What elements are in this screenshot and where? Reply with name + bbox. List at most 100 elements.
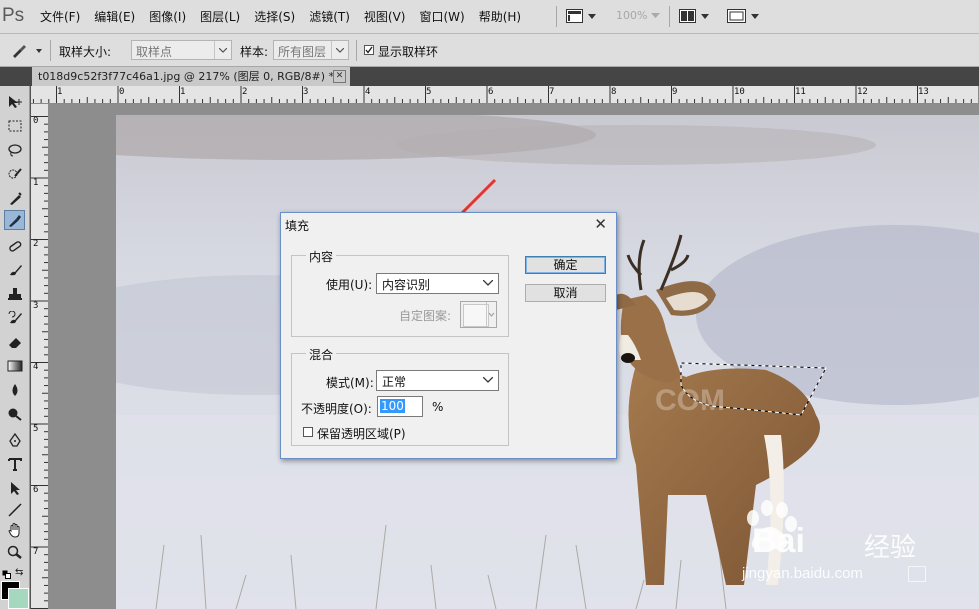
- horizontal-ruler[interactable]: 1 0 1 2 3 4 5 6 7 8 9 10 11 12 13: [31, 86, 979, 104]
- ruler-label: 1: [57, 87, 63, 97]
- ruler-label: 3: [33, 301, 39, 311]
- faint-watermark: COM: [655, 384, 725, 417]
- dodge-icon[interactable]: [4, 404, 25, 424]
- ok-button[interactable]: 确定: [525, 256, 606, 274]
- close-icon[interactable]: ✕: [333, 70, 346, 83]
- type-icon[interactable]: [4, 454, 25, 474]
- zoom-level[interactable]: 100%: [616, 9, 647, 22]
- content-group-legend: 内容: [306, 248, 337, 265]
- use-select[interactable]: 内容识别: [376, 273, 499, 294]
- opacity-label: 不透明度(O):: [301, 402, 372, 416]
- show-ring-checkbox[interactable]: [364, 45, 374, 55]
- cancel-button[interactable]: 取消: [525, 284, 606, 302]
- ruler-label: 0: [33, 116, 39, 126]
- use-label: 使用(U):: [326, 278, 373, 292]
- document-tab-bar: t018d9c52f3f77c46a1.jpg @ 217% (图层 0, RG…: [0, 67, 979, 86]
- ruler-label: 7: [549, 87, 555, 97]
- separator: [669, 6, 670, 27]
- document-tab[interactable]: t018d9c52f3f77c46a1.jpg @ 217% (图层 0, RG…: [32, 67, 350, 86]
- zoom-dropdown-icon[interactable]: [651, 13, 660, 19]
- menu-file[interactable]: 文件(F): [40, 8, 80, 25]
- ruler-label: 11: [795, 87, 806, 97]
- mode-select[interactable]: 正常: [376, 370, 499, 391]
- quick-select-icon[interactable]: [4, 164, 25, 184]
- screen-mode-icon[interactable]: [566, 9, 596, 26]
- move-icon[interactable]: [4, 92, 25, 112]
- stamp-icon[interactable]: [4, 284, 25, 304]
- close-icon[interactable]: ✕: [594, 215, 607, 233]
- swap-colors-icon[interactable]: ⇆: [15, 567, 23, 578]
- sample-select[interactable]: 所有图层: [273, 40, 349, 60]
- preserve-transparency-checkbox[interactable]: [303, 427, 313, 437]
- ruler-label: 4: [365, 87, 371, 97]
- chevron-down-icon: [331, 41, 348, 59]
- ruler-label: 0: [119, 87, 125, 97]
- sample-size-value: 取样点: [136, 45, 173, 59]
- ruler-label: 2: [33, 239, 39, 249]
- watermark-brand: Bai: [752, 522, 805, 560]
- separator: [50, 40, 51, 61]
- arrange-documents-icon[interactable]: [679, 9, 709, 26]
- brush-icon[interactable]: [4, 260, 25, 280]
- ruler-label: 9: [672, 87, 678, 97]
- healing-icon[interactable]: [4, 236, 25, 256]
- gradient-icon[interactable]: [4, 356, 25, 376]
- menu-window[interactable]: 窗口(W): [419, 8, 464, 25]
- crop-icon[interactable]: [4, 188, 25, 208]
- eyedropper-icon[interactable]: [4, 210, 25, 230]
- use-value: 内容识别: [382, 278, 431, 292]
- path-select-icon[interactable]: [4, 478, 25, 498]
- chevron-down-icon: [482, 276, 494, 289]
- opacity-input[interactable]: 100: [377, 396, 423, 417]
- ruler-ticks: [32, 86, 979, 103]
- chevron-down-icon: [486, 302, 496, 327]
- sample-size-select[interactable]: 取样点: [131, 40, 232, 60]
- pattern-picker[interactable]: [460, 301, 497, 328]
- eyedropper-preset-icon[interactable]: [10, 41, 42, 59]
- mode-label: 模式(M):: [326, 376, 374, 390]
- default-colors-icon[interactable]: [2, 568, 11, 582]
- watermark-url: jingyan.baidu.com: [742, 565, 863, 582]
- chevron-down-icon: [214, 41, 231, 59]
- hand-icon[interactable]: [4, 520, 25, 540]
- opacity-unit: %: [432, 400, 444, 414]
- fill-dialog: 填充 ✕ 内容 使用(U): 内容识别 自定图案: 混合 模式(M): 正常 不…: [280, 212, 617, 459]
- menu-select[interactable]: 选择(S): [254, 8, 295, 25]
- mode-value: 正常: [382, 375, 407, 389]
- preserve-transparency-label: 保留透明区域(P): [317, 427, 406, 441]
- ruler-label: 1: [33, 178, 39, 188]
- chevron-down-icon: [482, 373, 494, 386]
- content-group: 内容 使用(U): 内容识别 自定图案:: [291, 248, 509, 337]
- ruler-label: 6: [33, 485, 39, 495]
- eraser-icon[interactable]: [4, 332, 25, 352]
- pattern-label: 自定图案:: [399, 309, 452, 323]
- menu-filter[interactable]: 滤镜(T): [309, 8, 350, 25]
- line-icon[interactable]: [4, 500, 25, 520]
- history-brush-icon[interactable]: [4, 308, 25, 328]
- menu-layer[interactable]: 图层(L): [200, 8, 240, 25]
- lasso-icon[interactable]: [4, 140, 25, 160]
- separator: [356, 40, 357, 61]
- pen-icon[interactable]: [4, 430, 25, 450]
- screen-mode-full-icon[interactable]: [727, 9, 759, 26]
- menu-list: 文件(F) 编辑(E) 图像(I) 图层(L) 选择(S) 滤镜(T) 视图(V…: [40, 0, 535, 33]
- menu-image[interactable]: 图像(I): [149, 8, 186, 25]
- blur-icon[interactable]: [4, 380, 25, 400]
- marquee-icon[interactable]: [4, 116, 25, 136]
- menu-edit[interactable]: 编辑(E): [94, 8, 135, 25]
- ruler-label: 1: [180, 87, 186, 97]
- vertical-ruler[interactable]: 0 1 2 3 4 5 6 7: [31, 104, 49, 609]
- sample-value: 所有图层: [278, 45, 327, 59]
- toolbox: ⇆: [0, 86, 30, 609]
- ruler-label: 13: [918, 87, 929, 97]
- menu-bar: Ps 文件(F) 编辑(E) 图像(I) 图层(L) 选择(S) 滤镜(T) 视…: [0, 0, 979, 34]
- watermark-brand-suffix: 经验: [864, 533, 917, 563]
- zoom-icon[interactable]: [4, 542, 25, 562]
- ruler-label: 7: [33, 547, 39, 557]
- ruler-label: 5: [426, 87, 432, 97]
- ruler-label: 6: [488, 87, 494, 97]
- background-color-swatch[interactable]: [8, 588, 29, 609]
- blend-group-legend: 混合: [306, 346, 337, 363]
- menu-view[interactable]: 视图(V): [364, 8, 406, 25]
- menu-help[interactable]: 帮助(H): [479, 8, 521, 25]
